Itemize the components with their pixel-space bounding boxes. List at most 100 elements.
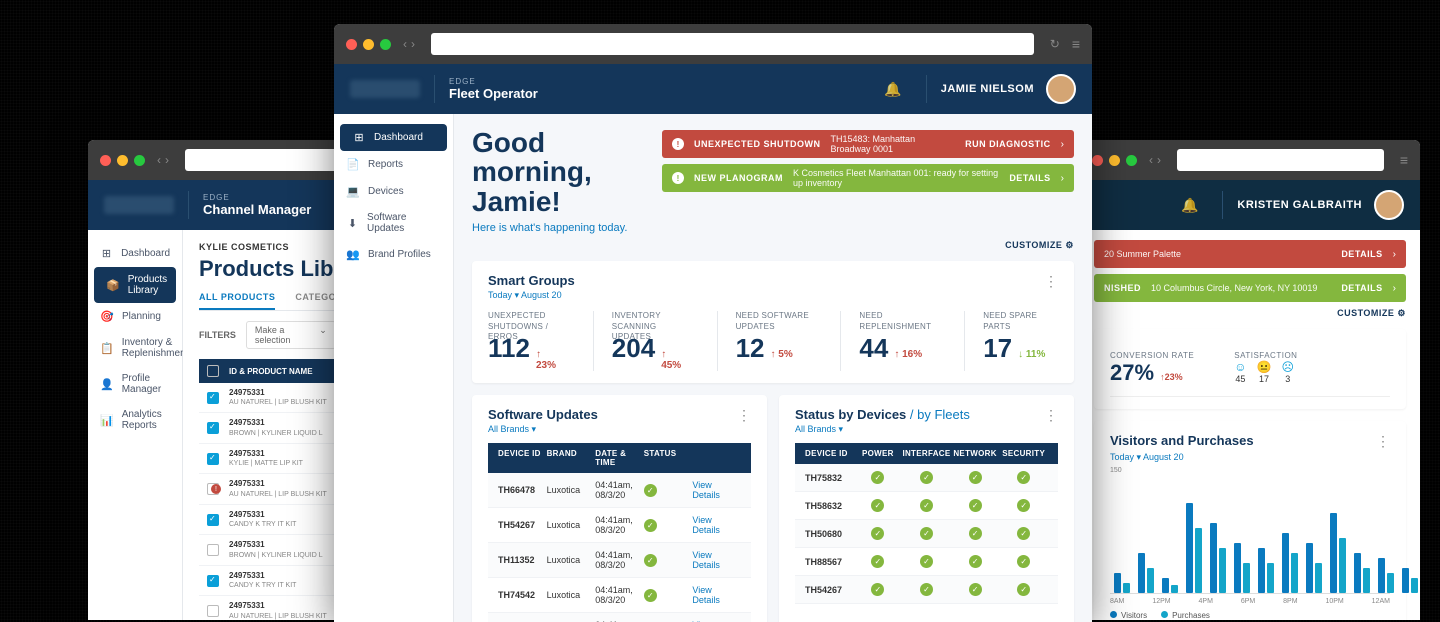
sidebar-item[interactable]: 📋Inventory & Replenishment: [88, 330, 182, 366]
satisfaction-label: SATISFACTION: [1234, 351, 1297, 360]
customize-button[interactable]: CUSTOMIZE ⚙: [1094, 308, 1406, 319]
table-row: TH88567✓✓✓✓: [795, 548, 1058, 576]
status-devices-card: Status by Devices / by Fleets All Brands…: [779, 395, 1074, 622]
status-ok-icon: ✓: [1017, 471, 1030, 484]
table-row: TH66478Luxotica04:41am, 08/3/20✓View Det…: [488, 473, 751, 508]
stat: NEED REPLENISHMENT44 16%: [840, 311, 934, 371]
alert-banner[interactable]: !NEW PLANOGRAMK Cosmetics Fleet Manhatta…: [662, 164, 1074, 192]
avatar[interactable]: [1046, 74, 1076, 104]
row-checkbox[interactable]: [207, 422, 219, 434]
card-menu[interactable]: ⋮: [1044, 273, 1058, 290]
status-ok-icon: ✓: [920, 583, 933, 596]
alert-banner[interactable]: NISHED10 Columbus Circle, New York, NY 1…: [1094, 274, 1406, 302]
app-header: EDGE Fleet Operator 🔔 JAMIE NIELSOM: [334, 64, 1092, 114]
sidebar-item[interactable]: 👥Brand Profiles: [334, 241, 453, 268]
sidebar: ⊞Dashboard📦Products Library🎯Planning📋Inv…: [88, 230, 183, 620]
card-title: Smart Groups: [488, 273, 575, 288]
status-ok-icon: ✓: [644, 589, 657, 602]
status-ok-icon: ✓: [920, 527, 933, 540]
table-row: TH54267✓✓✓✓: [795, 576, 1058, 604]
table-row: TH58632✓✓✓✓: [795, 492, 1058, 520]
table-row: TH75832✓✓✓✓: [795, 464, 1058, 492]
software-updates-card: Software Updates All Brands ▾ ⋮ DEVICE I…: [472, 395, 767, 622]
subgreeting: Here is what's happening today.: [472, 222, 642, 234]
tab[interactable]: ALL PRODUCTS: [199, 292, 275, 310]
sidebar: ⊞Dashboard📄Reports💻Devices⬇Software Upda…: [334, 114, 454, 622]
table-row: TH50680✓✓✓✓: [795, 520, 1058, 548]
status-ok-icon: ✓: [644, 554, 657, 567]
table-row: TH74542Luxotica04:41am, 08/3/20✓View Det…: [488, 578, 751, 613]
bar-chart: [1110, 484, 1390, 594]
bell-icon[interactable]: 🔔: [1181, 197, 1198, 214]
sidebar-item[interactable]: 💻Devices: [334, 178, 453, 205]
filter-select[interactable]: Make a selection⌄: [246, 321, 336, 349]
stat: NEED SPARE PARTS17 11%: [964, 311, 1058, 371]
customize-button[interactable]: CUSTOMIZE ⚙: [472, 240, 1074, 251]
status-ok-icon: ✓: [1017, 555, 1030, 568]
product-name: Fleet Operator: [449, 86, 538, 101]
sidebar-item[interactable]: ⬇Software Updates: [334, 205, 453, 241]
window-chrome: ‹› ↻ ≡: [334, 24, 1092, 64]
alert-banner[interactable]: !UNEXPECTED SHUTDOWNTH15483: Manhattan B…: [662, 130, 1074, 158]
table-row: TH54267Luxotica04:41am, 08/3/20✓View Det…: [488, 508, 751, 543]
main-content: Good morning, Jamie! Here is what's happ…: [454, 114, 1092, 622]
sidebar-item[interactable]: ⊞Dashboard: [88, 240, 182, 267]
status-ok-icon: ✓: [1017, 583, 1030, 596]
conversion-label: CONVERSION RATE: [1110, 351, 1194, 360]
product-line: EDGE: [203, 193, 311, 202]
row-checkbox[interactable]: [207, 514, 219, 526]
alert-banners: !UNEXPECTED SHUTDOWNTH15483: Manhattan B…: [662, 130, 1074, 198]
url-bar[interactable]: [1177, 149, 1384, 171]
status-ok-icon: ✓: [969, 527, 982, 540]
status-ok-icon: ✓: [871, 499, 884, 512]
url-bar[interactable]: [431, 33, 1034, 55]
sidebar-item[interactable]: 🎯Planning: [88, 303, 182, 330]
sidebar-item[interactable]: ⊞Dashboard: [340, 124, 447, 151]
status-ok-icon: ✓: [969, 555, 982, 568]
row-checkbox[interactable]: [207, 544, 219, 556]
analytics-window: ‹› ≡ 🔔 KRISTEN GALBRAITH 20 Summer Palet…: [1080, 140, 1420, 620]
view-details-link[interactable]: View Details: [692, 515, 720, 535]
status-ok-icon: ✓: [920, 555, 933, 568]
stat: INVENTORY SCANNING UPDATES204 45%: [593, 311, 687, 371]
user-name: JAMIE NIELSOM: [941, 83, 1034, 95]
status-ok-icon: ✓: [871, 471, 884, 484]
alert-banner[interactable]: 20 Summer PaletteDETAILS›: [1094, 240, 1406, 268]
view-details-link[interactable]: View Details: [692, 480, 720, 500]
status-ok-icon: ✓: [871, 527, 884, 540]
avatar[interactable]: [1374, 190, 1404, 220]
status-ok-icon: ✓: [920, 499, 933, 512]
card-menu[interactable]: ⋮: [1376, 433, 1390, 450]
select-all-checkbox[interactable]: [207, 365, 219, 377]
status-ok-icon: ✓: [644, 484, 657, 497]
chart-title: Visitors and Purchases: [1110, 433, 1254, 448]
row-checkbox[interactable]: [207, 392, 219, 404]
row-checkbox[interactable]: [207, 605, 219, 617]
sidebar-item[interactable]: 📊Analytics Reports: [88, 402, 182, 438]
logo: [104, 196, 174, 214]
alert-icon: !: [211, 484, 221, 494]
product-name: Channel Manager: [203, 202, 311, 217]
app-header: 🔔 KRISTEN GALBRAITH: [1080, 180, 1420, 230]
card-menu[interactable]: ⋮: [1044, 407, 1058, 424]
view-details-link[interactable]: View Details: [692, 550, 720, 570]
sidebar-item[interactable]: 👤Profile Manager: [88, 366, 182, 402]
row-checkbox[interactable]: [207, 453, 219, 465]
view-details-link[interactable]: View Details: [692, 585, 720, 605]
stat: NEED SOFTWARE UPDATES12 5%: [717, 311, 811, 371]
row-checkbox[interactable]: [207, 575, 219, 587]
smart-groups-card: Smart Groups Today ▾ August 20 ⋮ UNEXPEC…: [472, 261, 1074, 383]
status-ok-icon: ✓: [969, 583, 982, 596]
bell-icon[interactable]: 🔔: [884, 81, 901, 98]
sidebar-item[interactable]: 📄Reports: [334, 151, 453, 178]
sidebar-item[interactable]: 📦Products Library: [94, 267, 176, 303]
greeting: Good morning, Jamie!: [472, 128, 642, 216]
card-menu[interactable]: ⋮: [737, 407, 751, 424]
status-ok-icon: ✓: [1017, 527, 1030, 540]
status-ok-icon: ✓: [644, 519, 657, 532]
status-ok-icon: ✓: [969, 499, 982, 512]
visitors-card: Visitors and Purchases Today ▾ August 20…: [1094, 421, 1406, 620]
stat: UNEXPECTED SHUTDOWNS / ERROS112 23%: [488, 311, 563, 371]
table-row: TH00802Luxotica04:41am, 08/3/20✓View Det…: [488, 613, 751, 622]
fleet-operator-window: ‹› ↻ ≡ EDGE Fleet Operator 🔔 JAMIE NIELS…: [334, 24, 1092, 622]
